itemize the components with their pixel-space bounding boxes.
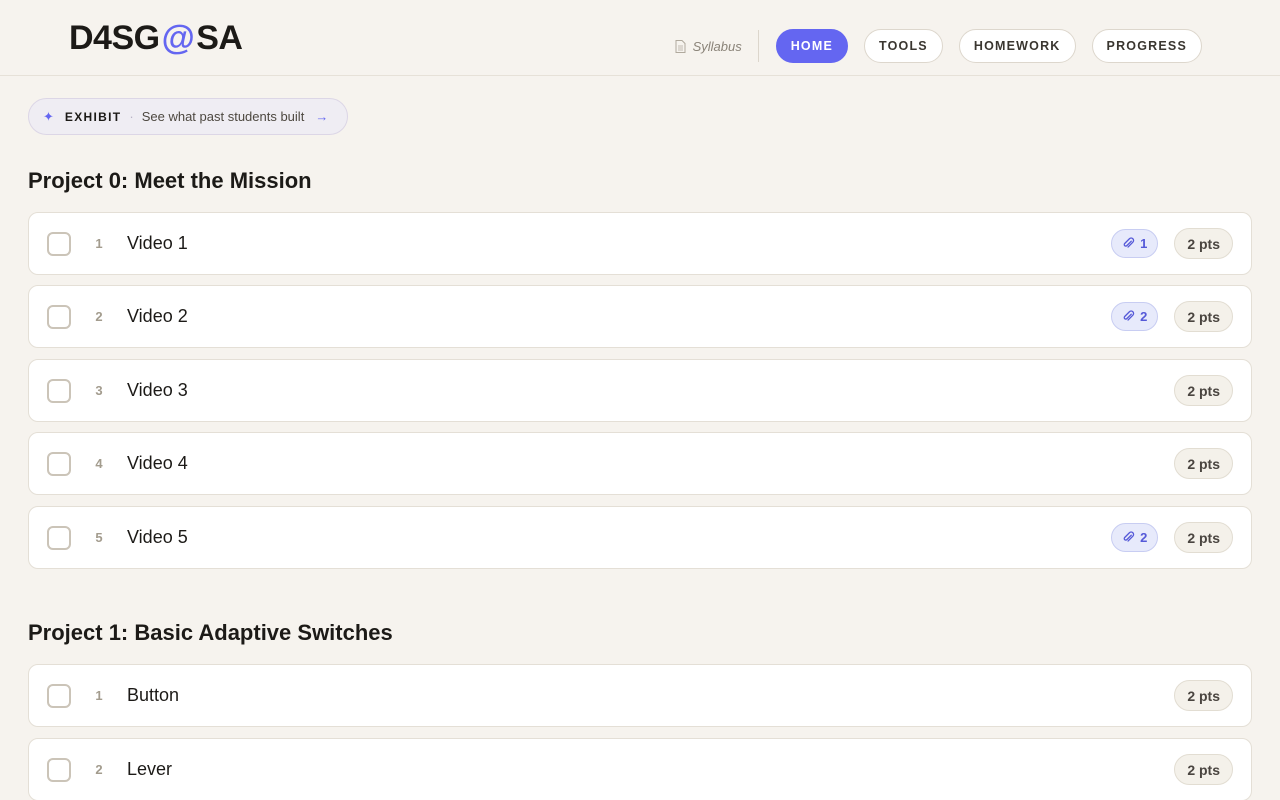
task-checkbox[interactable] [47, 378, 71, 403]
points-badge: 2 pts [1174, 522, 1233, 553]
logo-right: SA [196, 19, 243, 57]
task-checkbox[interactable] [47, 231, 71, 256]
task-row[interactable]: 2 Video 2 2 2 pts [28, 285, 1252, 348]
task-checkbox[interactable] [47, 525, 71, 550]
top-header: D4SG@SA Syllabus HOME TOOLS HOMEWORK PRO… [0, 0, 1280, 76]
task-number: 5 [95, 530, 103, 545]
document-icon [675, 39, 686, 53]
task-title: Button [127, 685, 180, 705]
task-row[interactable]: 4 Video 4 2 pts [28, 432, 1252, 495]
task-row[interactable]: 2 Lever 2 pts [28, 738, 1252, 800]
sparkle-icon: ✦ [43, 108, 54, 124]
points-badge: 2 pts [1174, 375, 1233, 406]
nav-home-button[interactable]: HOME [775, 29, 849, 63]
attachments-count: 2 [1140, 530, 1148, 545]
task-title: Video 1 [127, 233, 188, 253]
site-logo[interactable]: D4SG@SA [69, 19, 243, 58]
syllabus-link[interactable]: Syllabus [675, 30, 759, 62]
exhibit-banner[interactable]: ✦ EXHIBIT · See what past students built… [28, 98, 348, 135]
points-badge: 2 pts [1174, 301, 1233, 332]
task-checkbox[interactable] [47, 757, 71, 782]
exhibit-separator: · [129, 109, 134, 124]
task-number: 1 [95, 236, 103, 251]
task-row[interactable]: 1 Button 2 pts [28, 664, 1252, 727]
attachments-badge[interactable]: 2 [1111, 302, 1159, 331]
exhibit-label: EXHIBIT [64, 109, 122, 124]
task-title: Video 5 [127, 527, 188, 547]
task-checkbox[interactable] [47, 683, 71, 708]
attachments-badge[interactable]: 2 [1111, 523, 1159, 552]
task-title: Lever [127, 759, 173, 779]
arrow-right-icon: → [315, 109, 329, 124]
task-row[interactable]: 1 Video 1 1 2 pts [28, 212, 1252, 275]
main-nav: Syllabus HOME TOOLS HOMEWORK PROGRESS [675, 29, 1202, 63]
nav-tools-button[interactable]: TOOLS [864, 29, 943, 63]
task-checkbox[interactable] [47, 304, 71, 329]
attachments-badge[interactable]: 1 [1111, 229, 1159, 258]
points-badge: 2 pts [1174, 228, 1233, 259]
logo-at: @ [161, 19, 195, 57]
task-number: 2 [95, 762, 103, 777]
project-title: Project 1: Basic Adaptive Switches [28, 620, 393, 645]
project-title: Project 0: Meet the Mission [28, 168, 312, 193]
task-checkbox[interactable] [47, 451, 71, 476]
exhibit-text: See what past students built [141, 109, 305, 124]
points-badge: 2 pts [1174, 680, 1233, 711]
logo-left: D4SG [69, 19, 160, 57]
task-number: 3 [95, 383, 103, 398]
task-number: 1 [95, 688, 103, 703]
points-badge: 2 pts [1174, 448, 1233, 479]
paperclip-icon [1123, 237, 1135, 248]
nav-homework-button[interactable]: HOMEWORK [958, 29, 1076, 63]
task-title: Video 4 [127, 453, 188, 473]
paperclip-icon [1123, 531, 1135, 542]
paperclip-icon [1123, 310, 1135, 321]
syllabus-label: Syllabus [692, 38, 742, 54]
nav-progress-button[interactable]: PROGRESS [1091, 29, 1202, 63]
task-row[interactable]: 3 Video 3 2 pts [28, 359, 1252, 422]
task-title: Video 3 [127, 380, 188, 400]
task-number: 2 [95, 309, 103, 324]
attachments-count: 1 [1140, 236, 1148, 251]
task-number: 4 [95, 456, 103, 471]
points-badge: 2 pts [1174, 754, 1233, 785]
task-row[interactable]: 5 Video 5 2 2 pts [28, 506, 1252, 569]
task-title: Video 2 [127, 306, 188, 326]
attachments-count: 2 [1140, 309, 1148, 324]
